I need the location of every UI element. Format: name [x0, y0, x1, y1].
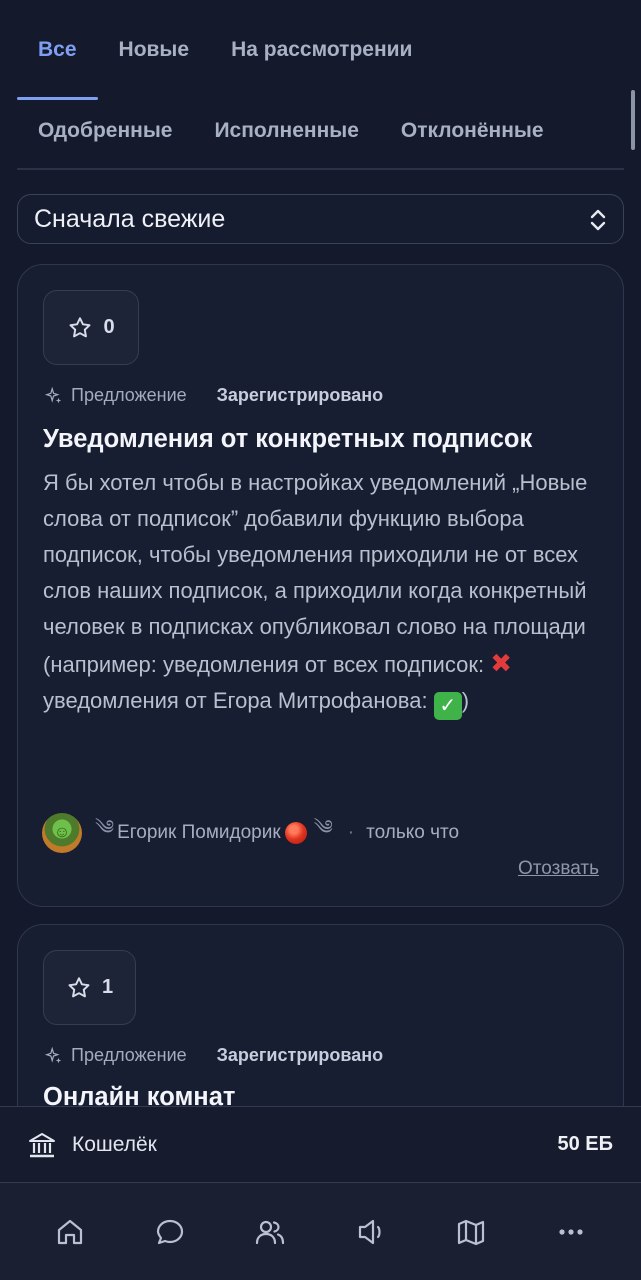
- status-badge: Зарегистрировано: [216, 385, 384, 405]
- tab-row-1: Все Новые На рассмотрении: [17, 0, 624, 100]
- star-icon: [68, 976, 90, 997]
- check-mark-icon: ✓: [433, 692, 462, 720]
- tab-approved[interactable]: Одобренные: [17, 100, 193, 168]
- vote-count: 1: [101, 976, 114, 998]
- vote-button[interactable]: 0: [43, 290, 139, 365]
- tab-new[interactable]: Новые: [98, 0, 211, 100]
- wallet-balance: 50 ЕБ: [557, 1133, 613, 1155]
- revoke-link[interactable]: Отозвать: [518, 858, 599, 880]
- home-icon: [57, 1219, 83, 1244]
- proposal-type: Предложение: [71, 1045, 187, 1065]
- proposal-card[interactable]: 0 Предложение Зарегистрировано Уведомлен…: [17, 264, 624, 907]
- nav-chat[interactable]: [150, 1212, 190, 1252]
- proposal-type: Предложение: [71, 385, 187, 405]
- tab-row-2: Одобренные Исполненные Отклонённые: [17, 100, 624, 170]
- avatar[interactable]: ☺: [42, 813, 82, 853]
- vote-count: 0: [103, 316, 115, 338]
- megaphone-icon: [358, 1219, 381, 1244]
- body-text-2: уведомления от Егора Митрофанова:: [43, 688, 428, 713]
- map-icon: [457, 1219, 484, 1245]
- body-text-end: ): [461, 688, 470, 713]
- more-icon: [559, 1228, 583, 1235]
- card-meta: Предложение Зарегистрировано: [45, 1045, 383, 1066]
- post-time: только что: [366, 822, 460, 843]
- wallet-label: Кошелёк: [72, 1132, 157, 1156]
- card-meta: Предложение Зарегистрировано: [45, 385, 383, 406]
- users-icon: [256, 1220, 285, 1244]
- tab-all[interactable]: Все: [17, 0, 98, 100]
- sort-label: Сначала свежие: [34, 204, 226, 233]
- status-badge: Зарегистрировано: [216, 1045, 384, 1065]
- tab-rejected[interactable]: Отклонённые: [380, 100, 565, 168]
- filter-tabs: Все Новые На рассмотрении Одобренные Исп…: [17, 0, 624, 170]
- author-row: ☺ ༄ Егорик Помидорик ༄ · только что: [42, 805, 459, 861]
- cross-mark-icon: ✖: [490, 648, 512, 678]
- wallet-bar[interactable]: Кошелёк 50 ЕБ: [0, 1106, 641, 1183]
- nav-more[interactable]: [551, 1212, 591, 1252]
- nav-map[interactable]: [451, 1212, 491, 1252]
- separator-dot: ·: [347, 822, 355, 843]
- wind-icon: ༄: [95, 817, 115, 839]
- nav-community[interactable]: [250, 1212, 290, 1252]
- nav-announcements[interactable]: [351, 1212, 391, 1252]
- tomato-icon: [284, 822, 307, 844]
- vote-button[interactable]: 1: [43, 950, 136, 1025]
- chat-icon: [157, 1219, 184, 1244]
- card-title: Уведомления от конкретных подписок: [43, 425, 533, 453]
- sort-select[interactable]: Сначала свежие: [17, 194, 624, 244]
- sparkle-icon: [45, 1046, 62, 1063]
- author-name[interactable]: Егорик Помидорик: [117, 822, 281, 844]
- chevron-up-down-icon: [590, 209, 606, 231]
- body-text-1: Я бы хотел чтобы в настройках уведомлени…: [43, 470, 588, 677]
- tab-completed[interactable]: Исполненные: [193, 100, 379, 168]
- bank-icon: [29, 1132, 55, 1157]
- star-icon: [69, 316, 91, 337]
- tab-in-review[interactable]: На рассмотрении: [210, 0, 433, 100]
- nav-home[interactable]: [50, 1212, 90, 1252]
- sparkle-icon: [45, 386, 62, 403]
- wind-icon: ༄: [313, 817, 333, 839]
- scrollbar[interactable]: [631, 90, 635, 150]
- card-body: Я бы хотел чтобы в настройках уведомлени…: [43, 465, 608, 720]
- bottom-nav: [0, 1183, 641, 1280]
